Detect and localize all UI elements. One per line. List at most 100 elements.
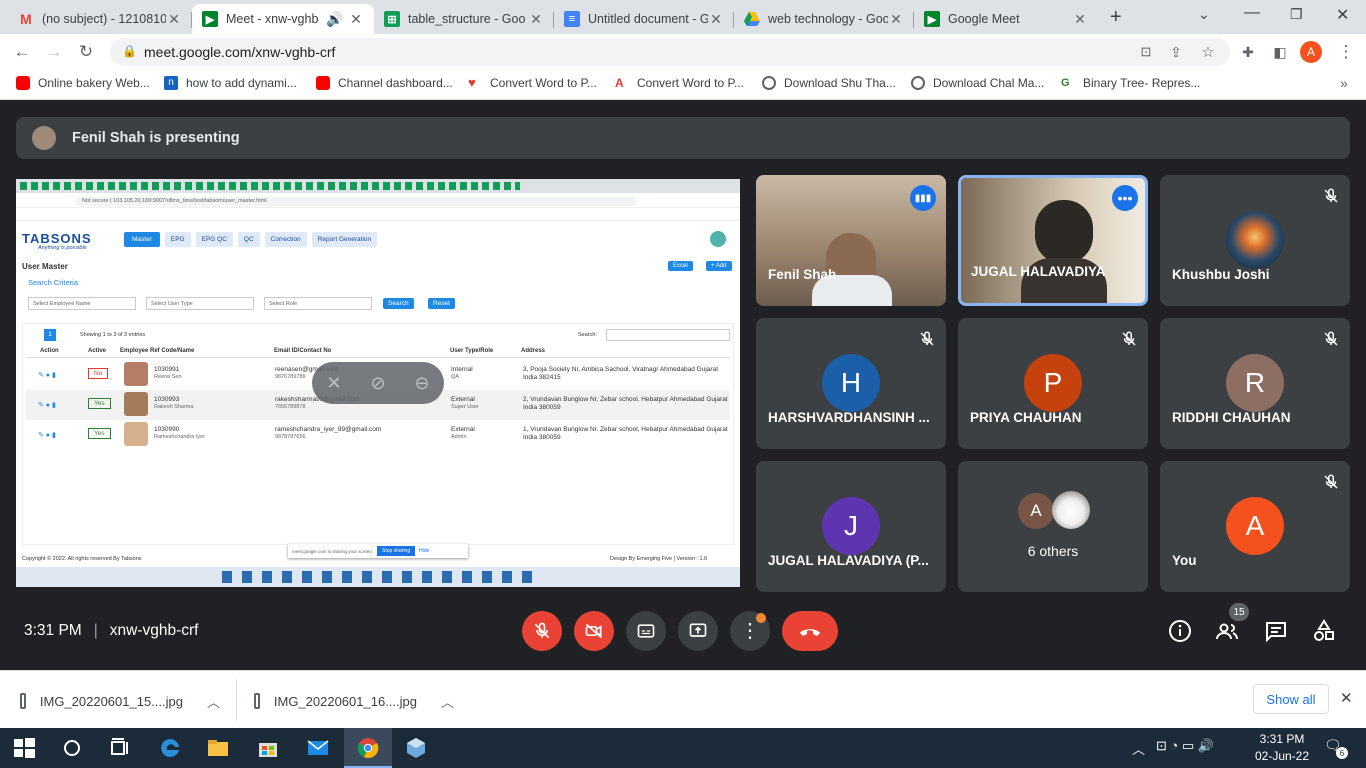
close-tab-icon[interactable]: ✕ <box>888 11 904 28</box>
nav-epg-qc[interactable]: EPG QC <box>195 232 233 247</box>
tab-table-structure[interactable]: ⊞ table_structure - Goo ✕ <box>374 4 554 34</box>
chrome-icon[interactable] <box>356 736 380 760</box>
active-badge[interactable]: Yes <box>88 398 111 409</box>
active-badge[interactable]: No <box>88 368 109 379</box>
leave-call-button[interactable] <box>782 611 838 651</box>
activities-icon[interactable] <box>1312 619 1336 643</box>
tab-untitled-document[interactable]: ≡ Untitled document - G ✕ <box>554 4 734 34</box>
bookmark-item[interactable]: A Convert Word to P... <box>615 76 744 90</box>
hide-button[interactable]: Hide <box>419 548 429 554</box>
chevron-up-icon[interactable]: ︿ <box>207 692 220 711</box>
excel-button[interactable]: Excel <box>668 261 693 271</box>
new-tab-icon[interactable]: + <box>1110 6 1122 29</box>
add-button[interactable]: + Add <box>706 261 732 271</box>
bookmark-star-icon[interactable]: ☆ <box>1196 40 1220 64</box>
tab-gmail[interactable]: M (no subject) - 1210810 ✕ <box>8 4 192 34</box>
bookmark-item[interactable]: Download Shu Tha... <box>762 76 896 90</box>
mic-toggle-button[interactable] <box>522 611 562 651</box>
close-tab-icon[interactable]: ✕ <box>348 11 364 28</box>
close-tab-icon[interactable]: ✕ <box>528 11 544 28</box>
nav-correction[interactable]: Correction <box>264 232 307 247</box>
people-icon[interactable] <box>1215 619 1239 643</box>
system-tray-chevron-icon[interactable]: ︿ <box>1132 739 1145 758</box>
user-avatar[interactable] <box>710 231 726 247</box>
present-button[interactable] <box>678 611 718 651</box>
tray-icons[interactable]: ⊡ ◔ ▭ 🔊 <box>1156 738 1214 754</box>
nav-master[interactable]: Master <box>124 232 160 247</box>
nav-report-generation[interactable]: Report Generation <box>311 232 378 247</box>
tab-search-icon[interactable]: ⌄ <box>1198 6 1210 23</box>
audio-off-icon[interactable]: ⊘ <box>370 373 385 394</box>
stop-sharing-button[interactable]: Stop sharing <box>377 546 416 556</box>
virtualbox-icon[interactable] <box>404 736 428 760</box>
chat-icon[interactable] <box>1264 619 1288 643</box>
bookmark-item[interactable]: Channel dashboard... <box>316 76 453 90</box>
close-download-bar-icon[interactable]: ✕ <box>1340 689 1353 707</box>
task-view-icon[interactable] <box>108 736 132 760</box>
close-tab-icon[interactable]: ✕ <box>166 11 182 28</box>
info-icon[interactable] <box>1168 619 1192 643</box>
back-icon[interactable]: ← <box>10 40 34 64</box>
more-options-button[interactable]: ⋮ <box>730 611 770 651</box>
user-type-select[interactable]: Select User Type <box>146 297 254 310</box>
row-action-icons[interactable]: ✎ ● ▮ <box>38 401 56 409</box>
captions-button[interactable] <box>626 611 666 651</box>
camera-blocked-icon[interactable]: ⊡ <box>1134 40 1158 64</box>
employee-name-select[interactable]: Select Employee Name <box>28 297 136 310</box>
table-search-input[interactable] <box>606 329 730 341</box>
edge-icon[interactable] <box>158 736 182 760</box>
bookmark-item[interactable]: Online bakery Web... <box>16 76 150 90</box>
participant-tile-khushbu[interactable]: Khushbu Joshi <box>1160 175 1350 306</box>
page-number[interactable]: 1 <box>44 329 56 341</box>
mail-icon[interactable] <box>306 736 330 760</box>
profile-avatar[interactable]: A <box>1300 41 1322 63</box>
reset-button[interactable]: Reset <box>428 298 455 309</box>
more-options-icon[interactable]: ••• <box>1112 185 1138 211</box>
participant-tile-fenil[interactable]: ▮▮▮ Fenil Shah <box>756 175 946 306</box>
participant-tile-riddhi[interactable]: R RIDDHI CHAUHAN <box>1160 318 1350 449</box>
extensions-icon[interactable]: ✚ <box>1236 40 1260 64</box>
participant-tile-others[interactable]: A 6 others <box>958 461 1148 592</box>
taskbar-clock[interactable]: 3:31 PM 02-Jun-22 <box>1252 732 1312 763</box>
windows-start-icon[interactable] <box>12 736 36 760</box>
search-button[interactable]: Search <box>383 298 414 309</box>
tab-meet[interactable]: ▶ Meet - xnw-vghb 🔊 ✕ <box>192 4 374 34</box>
participant-tile-priya[interactable]: P PRIYA CHAUHAN <box>958 318 1148 449</box>
address-bar[interactable]: 🔒 meet.google.com/xnw-vghb-crf <box>110 38 1230 66</box>
participant-tile-harshvardhansinh[interactable]: H HARSHVARDHANSINH ... <box>756 318 946 449</box>
role-select[interactable]: Select Role <box>264 297 372 310</box>
nav-qc[interactable]: QC <box>237 232 260 247</box>
nav-epg[interactable]: EPG <box>164 232 191 247</box>
store-icon[interactable] <box>256 736 280 760</box>
more-bookmarks-icon[interactable]: » <box>1340 75 1348 91</box>
tab-web-technology[interactable]: web technology - Goo ✕ <box>734 4 914 34</box>
file-explorer-icon[interactable] <box>206 736 230 760</box>
bookmark-item[interactable]: G Binary Tree- Repres... <box>1061 76 1200 90</box>
forward-icon[interactable]: → <box>42 40 66 64</box>
restore-icon[interactable]: ❐ <box>1290 6 1303 23</box>
side-panel-icon[interactable]: ◧ <box>1268 40 1292 64</box>
active-badge[interactable]: Yes <box>88 428 111 439</box>
download-item[interactable]: IMG_20220601_15....jpg ︿ <box>20 685 220 717</box>
row-action-icons[interactable]: ✎ ● ▮ <box>38 371 56 379</box>
row-action-icons[interactable]: ✎ ● ▮ <box>38 431 56 439</box>
close-window-icon[interactable]: ✕ <box>1336 5 1349 25</box>
tab-google-meet[interactable]: ▶ Google Meet ✕ <box>914 4 1098 34</box>
participant-tile-jugal-p[interactable]: J JUGAL HALAVADIYA (P... <box>756 461 946 592</box>
minimize-overlay-icon[interactable]: ⊖ <box>414 373 429 394</box>
camera-toggle-button[interactable] <box>574 611 614 651</box>
close-tab-icon[interactable]: ✕ <box>1072 11 1088 28</box>
participant-tile-you[interactable]: A You <box>1160 461 1350 592</box>
bookmark-item[interactable]: Download Chal Ma... <box>911 76 1044 90</box>
bookmark-item[interactable]: ♥ Convert Word to P... <box>468 76 597 91</box>
chevron-up-icon[interactable]: ︿ <box>441 692 454 711</box>
share-icon[interactable]: ⇪ <box>1164 40 1188 64</box>
search-icon[interactable] <box>60 736 84 760</box>
menu-icon[interactable]: ⋮ <box>1334 40 1358 64</box>
minimize-icon[interactable]: — <box>1244 4 1260 22</box>
participant-tile-jugal[interactable]: ••• JUGAL HALAVADIYA <box>958 175 1148 306</box>
bookmark-item[interactable]: n how to add dynami... <box>164 76 297 90</box>
reload-icon[interactable]: ↻ <box>74 40 98 64</box>
show-all-button[interactable]: Show all <box>1253 684 1329 714</box>
close-tab-icon[interactable]: ✕ <box>708 11 724 28</box>
